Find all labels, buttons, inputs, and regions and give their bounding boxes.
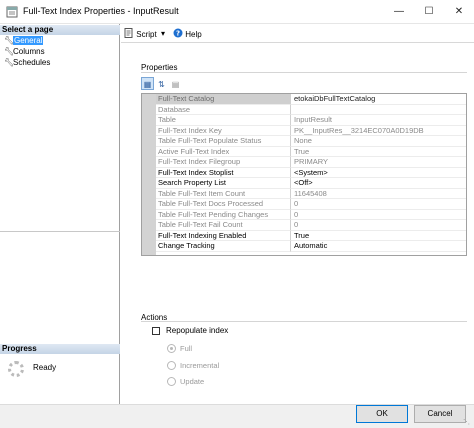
help-button[interactable]: ? Help [173,28,202,40]
property-row[interactable]: Table Full-Text Fail Count 0 [156,220,466,231]
wrench-icon: 🔧︎ [4,47,15,56]
property-row[interactable]: Table Full-Text Pending Changes 0 [156,209,466,220]
progress-spinner-icon [8,361,24,377]
property-name: Table Full-Text Populate Status [156,136,291,147]
property-value[interactable]: <System> [291,168,466,178]
chevron-down-icon: ▾ [161,29,166,38]
radio-incremental-label: Incremental [180,361,220,370]
property-grid-margin [142,94,156,255]
property-name: Database [156,104,291,115]
categorized-icon[interactable]: ▦ [141,77,154,90]
radio-full-label: Full [180,344,193,353]
property-value[interactable]: PRIMARY [291,157,466,168]
property-row[interactable]: Full-Text Catalog etokaiDbFullTextCatalog [156,94,466,105]
properties-label: Properties [141,63,178,72]
page-schedules[interactable]: 🔧︎Schedules [4,58,50,68]
properties-divider [141,72,467,73]
pane-divider [0,231,120,232]
property-name: Table Full-Text Docs Processed [156,199,291,210]
property-name: Active Full-Text Index [156,146,291,157]
page-schedules-label: Schedules [13,58,51,67]
progress-status: Ready [33,363,57,372]
close-button[interactable]: ✕ [444,0,474,24]
property-value[interactable]: Automatic [291,241,466,252]
property-name: Full-Text Index Key [156,125,291,136]
maximize-icon: ☐ [424,6,434,17]
alphabetical-icon[interactable]: ⇅ [155,78,168,91]
property-value[interactable]: 0 [291,210,466,220]
toolbar-separator [121,42,474,43]
radio-incremental[interactable] [167,361,176,370]
property-value[interactable]: True [291,231,466,241]
cancel-button[interactable]: Cancel [414,405,466,423]
page-general[interactable]: 🔧︎General [4,36,44,46]
property-name: Search Property List [156,178,291,189]
property-row[interactable]: Active Full-Text Index True [156,146,466,157]
resize-grip-icon[interactable]: ⋱ [463,418,470,426]
script-label: Script [136,30,157,39]
property-row[interactable]: Table InputResult [156,115,466,126]
property-name: Full-Text Indexing Enabled [156,230,291,241]
property-row[interactable]: Table Full-Text Item Count 11645408 [156,188,466,199]
property-value[interactable]: 0 [291,199,466,210]
ok-button[interactable]: OK [356,405,408,423]
property-name: Full-Text Catalog [156,94,291,105]
property-name: Table Full-Text Pending Changes [156,209,291,220]
title-bar: Full-Text Index Properties - InputResult… [0,0,474,24]
help-label: Help [185,30,202,39]
property-row[interactable]: Full-Text Indexing Enabled True [156,230,466,241]
property-value[interactable]: etokaiDbFullTextCatalog [291,94,466,105]
svg-text:?: ? [176,30,180,38]
property-row[interactable]: Database [156,104,466,115]
script-button[interactable]: Script [124,28,157,40]
actions-divider [141,321,467,322]
property-value[interactable] [291,105,466,115]
app-icon [6,6,18,18]
minimize-icon: — [394,6,404,17]
close-icon: ✕ [454,6,464,17]
property-value[interactable]: <Off> [291,178,466,189]
property-row[interactable]: Full-Text Index Filegroup PRIMARY [156,157,466,168]
script-dropdown-button[interactable]: ▾ [161,28,165,40]
property-row[interactable]: Search Property List <Off> [156,178,466,189]
property-row[interactable]: Full-Text Index Stoplist <System> [156,167,466,178]
property-value[interactable]: PK__InputRes__3214EC070A0D19DB [291,126,466,136]
property-grid: Full-Text Catalog etokaiDbFullTextCatalog… [141,93,467,256]
help-icon: ? [173,28,183,38]
property-name: Full-Text Index Stoplist [156,167,291,178]
radio-update-label: Update [180,377,205,386]
page-columns[interactable]: 🔧︎Columns [4,47,45,57]
property-row[interactable]: Change Tracking Automatic [156,241,466,252]
property-row[interactable]: Table Full-Text Docs Processed 0 [156,199,466,210]
radio-full[interactable] [167,344,176,353]
property-name: Change Tracking [156,241,291,252]
property-name: Table Full-Text Fail Count [156,220,291,231]
property-value[interactable]: 0 [291,220,466,231]
radio-update[interactable] [167,377,176,386]
page-general-label: General [13,36,44,45]
minimize-button[interactable]: — [384,0,414,24]
repopulate-checkbox[interactable] [152,327,160,335]
select-page-header: Select a page [0,25,120,35]
properties-toolbar: ▦ ⇅ ▤ [141,77,183,91]
property-value[interactable]: 11645408 [291,189,466,199]
property-value[interactable]: True [291,147,466,157]
property-name: Full-Text Index Filegroup [156,157,291,168]
script-icon [124,28,133,38]
wrench-icon: 🔧︎ [4,58,15,67]
maximize-button[interactable]: ☐ [414,0,444,24]
page-columns-label: Columns [13,47,45,56]
property-value[interactable]: None [291,136,466,147]
window-title: Full-Text Index Properties - InputResult [23,6,179,16]
property-value[interactable]: InputResult [291,115,466,126]
progress-header: Progress [0,344,120,354]
property-name: Table [156,115,291,126]
property-pages-icon[interactable]: ▤ [169,78,182,91]
wrench-icon: 🔧︎ [4,36,15,45]
repopulate-label: Repopulate index [166,326,229,335]
property-row[interactable]: Full-Text Index Key PK__InputRes__3214EC0… [156,125,466,136]
property-name: Table Full-Text Item Count [156,188,291,199]
property-row[interactable]: Table Full-Text Populate Status None [156,136,466,147]
